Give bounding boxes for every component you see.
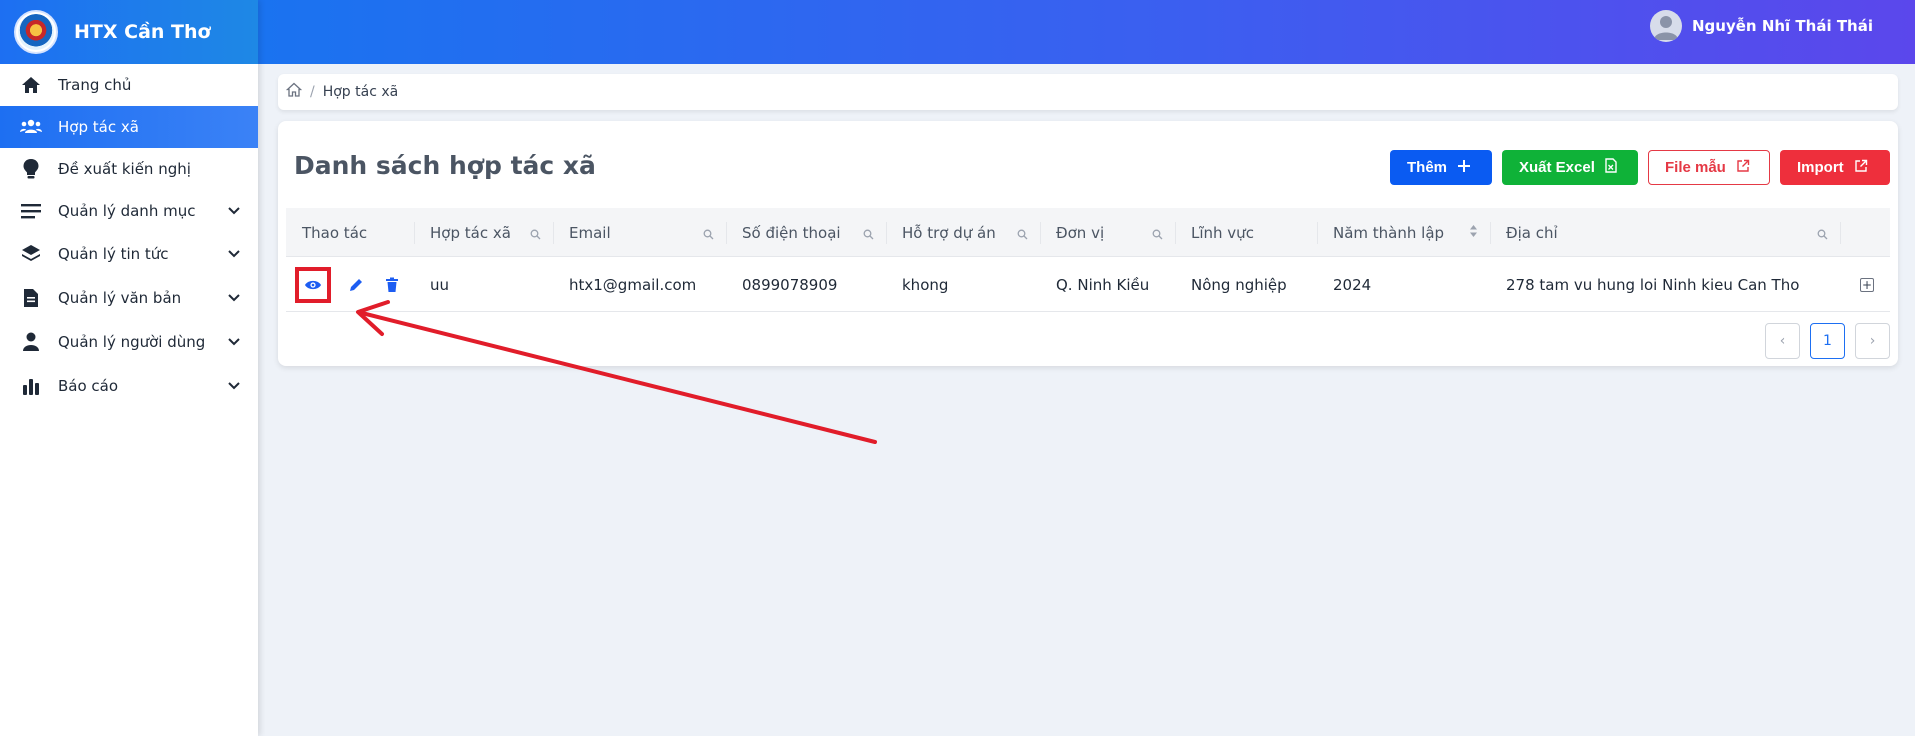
cooperatives-table: Thao tác Hợp tác xã Email Số điện thoại … [286, 208, 1890, 312]
column-header-address[interactable]: Địa chỉ [1490, 208, 1840, 257]
sidebar-item-label: Đề xuất kiến nghị [58, 160, 191, 178]
sidebar-item-label: Quản lý người dùng [58, 333, 206, 351]
home-icon [20, 74, 42, 96]
search-icon[interactable] [1017, 226, 1028, 244]
export-excel-label: Xuất Excel [1519, 159, 1595, 176]
annotation-arrow [356, 300, 877, 444]
cell-email: htx1@gmail.com [569, 275, 697, 294]
document-icon [20, 287, 42, 309]
delete-trash-button[interactable] [381, 274, 403, 296]
action-toolbar: Thêm Xuất Excel File mẫu Import [1390, 150, 1890, 185]
sidebar-item-home[interactable]: Trang chủ [0, 64, 258, 106]
sidebar-item-label: Quản lý văn bản [58, 289, 182, 307]
breadcrumb: / Hợp tác xã [278, 74, 1898, 110]
breadcrumb-current: Hợp tác xã [322, 84, 399, 100]
content-card: Danh sách hợp tác xã Thêm Xuất Excel Fil… [278, 121, 1898, 366]
sidebar-item-label: Hợp tác xã [58, 118, 139, 136]
avatar-icon [1650, 10, 1682, 42]
cell-field: Nông nghiệp [1191, 275, 1287, 294]
eye-icon [305, 280, 321, 289]
sidebar-item-label: Trang chủ [58, 76, 132, 94]
column-header-project-support[interactable]: Hỗ trợ dự án [886, 208, 1040, 257]
chevron-down-icon [226, 334, 242, 350]
pagination-next-button[interactable]: › [1855, 323, 1890, 359]
person-icon [20, 331, 42, 353]
search-icon[interactable] [1152, 226, 1163, 244]
view-eye-button[interactable] [295, 266, 331, 303]
row-actions [286, 257, 414, 312]
import-label: Import [1797, 159, 1844, 176]
cell-phone: 0899078909 [742, 275, 838, 294]
column-header-expand [1840, 208, 1890, 257]
pencil-icon [350, 278, 362, 291]
top-header: Nguyễn Nhĩ Thái Thái [258, 0, 1915, 64]
sidebar: HTX Cần Thơ Trang chủ Hợp tác xã Đề xuất… [0, 0, 258, 736]
column-header-founded-year[interactable]: Năm thành lập [1317, 208, 1490, 257]
column-header-phone[interactable]: Số điện thoại [726, 208, 886, 257]
cell-cooperative-name: uu [430, 275, 450, 294]
cell-expand: + [1840, 257, 1890, 312]
sidebar-item-reports[interactable]: Báo cáo [0, 364, 258, 408]
cell-founded-year: 2024 [1333, 275, 1372, 294]
column-header-field: Lĩnh vực [1175, 208, 1317, 257]
chevron-down-icon [226, 378, 242, 394]
menu-lines-icon [20, 200, 42, 222]
layers-icon [20, 243, 42, 265]
search-icon[interactable] [1817, 226, 1828, 244]
table-header: Thao tác Hợp tác xã Email Số điện thoại … [286, 208, 1890, 257]
external-link-icon [1854, 159, 1868, 177]
column-header-unit[interactable]: Đơn vị [1040, 208, 1175, 257]
column-header-email[interactable]: Email [553, 208, 726, 257]
sidebar-item-proposals[interactable]: Đề xuất kiến nghị [0, 148, 258, 190]
pagination: ‹ 1 › [1765, 323, 1890, 359]
user-menu[interactable]: Nguyễn Nhĩ Thái Thái [1650, 10, 1873, 42]
export-excel-button[interactable]: Xuất Excel [1502, 150, 1638, 185]
search-icon[interactable] [863, 226, 874, 244]
trash-icon [386, 277, 398, 292]
sidebar-item-cooperatives[interactable]: Hợp tác xã [0, 106, 258, 148]
table-row[interactable]: uu htx1@gmail.com 0899078909 khong Q. Ni… [286, 257, 1890, 312]
import-button[interactable]: Import [1780, 150, 1890, 185]
sidebar-item-categories[interactable]: Quản lý danh mục [0, 190, 258, 232]
edit-pencil-button[interactable] [345, 274, 367, 296]
column-header-actions: Thao tác [302, 223, 368, 242]
logo [14, 10, 58, 54]
sort-icon[interactable] [1469, 224, 1478, 242]
pagination-page-button[interactable]: 1 [1810, 323, 1845, 359]
pagination-prev-button[interactable]: ‹ [1765, 323, 1800, 359]
search-icon[interactable] [703, 226, 714, 244]
sidebar-item-documents[interactable]: Quản lý văn bản [0, 276, 258, 320]
chevron-down-icon [226, 290, 242, 306]
plus-icon [1457, 159, 1471, 177]
chevron-down-icon [226, 246, 242, 262]
column-header-cooperative[interactable]: Hợp tác xã [414, 208, 553, 257]
add-button-label: Thêm [1407, 159, 1448, 176]
sidebar-item-users[interactable]: Quản lý người dùng [0, 320, 258, 364]
brand-name: HTX Cần Thơ [74, 21, 211, 43]
cell-address: 278 tam vu hung loi Ninh kieu Can Tho [1506, 275, 1800, 294]
sidebar-item-label: Báo cáo [58, 377, 119, 395]
sidebar-item-label: Quản lý tin tức [58, 245, 169, 263]
users-icon [20, 116, 42, 138]
sidebar-item-news[interactable]: Quản lý tin tức [0, 232, 258, 276]
breadcrumb-separator: / [310, 84, 315, 100]
home-icon[interactable] [285, 82, 303, 102]
page-title: Danh sách hợp tác xã [294, 151, 596, 180]
cell-project-support: khong [902, 275, 949, 294]
lightbulb-icon [20, 158, 42, 180]
add-button[interactable]: Thêm [1390, 150, 1492, 185]
search-icon[interactable] [530, 226, 541, 244]
external-link-icon [1736, 159, 1750, 177]
sidebar-nav: Trang chủ Hợp tác xã Đề xuất kiến nghị Q… [0, 64, 258, 408]
sidebar-item-label: Quản lý danh mục [58, 202, 196, 220]
excel-file-icon [1605, 158, 1617, 177]
user-name: Nguyễn Nhĩ Thái Thái [1692, 17, 1873, 35]
template-file-label: File mẫu [1665, 159, 1726, 176]
expand-row-plus-icon[interactable]: + [1860, 277, 1874, 292]
template-file-button[interactable]: File mẫu [1648, 150, 1770, 185]
cell-unit: Q. Ninh Kiều [1056, 275, 1150, 294]
chevron-down-icon [226, 203, 242, 219]
brand-header[interactable]: HTX Cần Thơ [0, 0, 258, 64]
bar-chart-icon [20, 375, 42, 397]
